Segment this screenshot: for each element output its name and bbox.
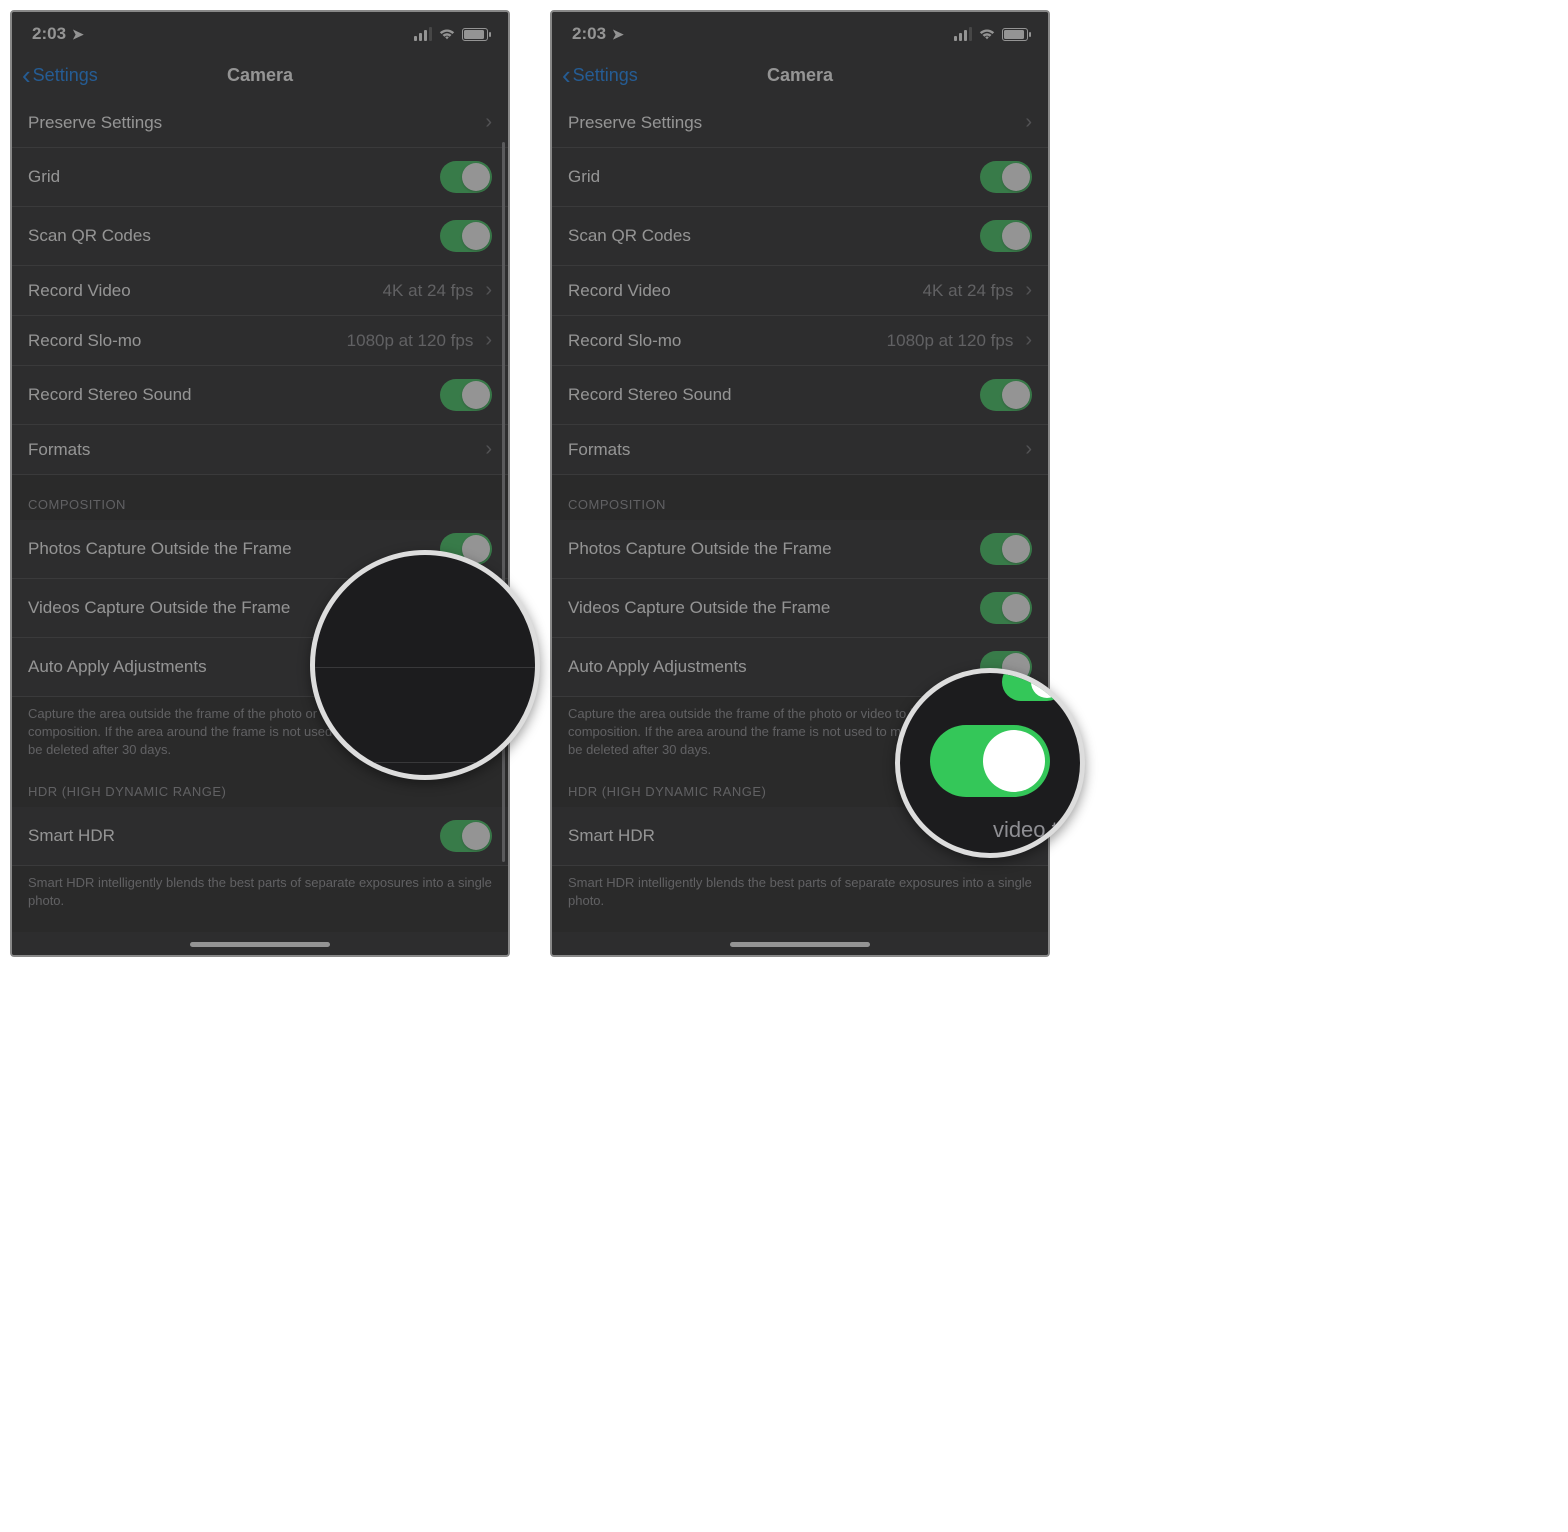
chevron-right-icon: › <box>485 438 492 461</box>
signal-icon <box>414 27 432 41</box>
chevron-right-icon: › <box>1025 329 1032 352</box>
back-label: Settings <box>33 65 98 86</box>
row-record-slomo[interactable]: Record Slo-mo 1080p at 120 fps › <box>552 316 1048 366</box>
settings-list[interactable]: Preserve Settings › Grid Scan QR Codes R… <box>12 98 508 932</box>
row-scan-qr[interactable]: Scan QR Codes <box>12 207 508 266</box>
record-video-value: 4K at 24 fps <box>383 281 480 301</box>
record-slomo-value: 1080p at 120 fps <box>887 331 1020 351</box>
chevron-right-icon: › <box>485 279 492 302</box>
toggle-scan-qr[interactable] <box>440 220 492 252</box>
back-button[interactable]: ‹ Settings <box>552 62 638 88</box>
nav-bar: ‹ Settings Camera <box>12 52 508 98</box>
battery-icon <box>1002 28 1028 41</box>
chevron-left-icon: ‹ <box>22 62 31 88</box>
magnifier-callout-right: video to <box>895 668 1085 858</box>
row-record-video[interactable]: Record Video 4K at 24 fps › <box>552 266 1048 316</box>
row-grid[interactable]: Grid <box>552 148 1048 207</box>
row-formats[interactable]: Formats › <box>12 425 508 475</box>
toggle-videos-outside[interactable] <box>980 592 1032 624</box>
section-footer-hdr: Smart HDR intelligently blends the best … <box>552 866 1048 924</box>
toggle-stereo[interactable] <box>980 379 1032 411</box>
record-video-value: 4K at 24 fps <box>923 281 1020 301</box>
toggle-videos-outside-zoom[interactable] <box>1002 668 1066 701</box>
section-footer-hdr: Smart HDR intelligently blends the best … <box>12 866 508 924</box>
row-stereo-sound[interactable]: Record Stereo Sound <box>12 366 508 425</box>
toggle-scan-qr[interactable] <box>980 220 1032 252</box>
status-time: 2:03 <box>32 24 66 44</box>
wifi-icon <box>978 27 996 41</box>
row-stereo-sound[interactable]: Record Stereo Sound <box>552 366 1048 425</box>
status-time: 2:03 <box>572 24 606 44</box>
battery-icon <box>462 28 488 41</box>
row-smart-hdr[interactable]: Smart HDR <box>12 807 508 866</box>
nav-bar: ‹ Settings Camera <box>552 52 1048 98</box>
row-preserve-settings[interactable]: Preserve Settings › <box>12 98 508 148</box>
toggle-grid[interactable] <box>440 161 492 193</box>
chevron-left-icon: ‹ <box>562 62 571 88</box>
home-indicator[interactable] <box>730 942 870 947</box>
section-header-composition: COMPOSITION <box>552 475 1048 520</box>
toggle-auto-apply-zoom[interactable] <box>930 725 1050 797</box>
row-preserve-settings[interactable]: Preserve Settings › <box>552 98 1048 148</box>
row-videos-outside-frame[interactable]: Videos Capture Outside the Frame <box>552 579 1048 638</box>
wifi-icon <box>438 27 456 41</box>
chevron-right-icon: › <box>1025 111 1032 134</box>
back-label: Settings <box>573 65 638 86</box>
chevron-right-icon: › <box>1025 438 1032 461</box>
row-grid[interactable]: Grid <box>12 148 508 207</box>
toggle-stereo[interactable] <box>440 379 492 411</box>
toggle-smart-hdr[interactable] <box>440 820 492 852</box>
chevron-right-icon: › <box>1025 279 1032 302</box>
record-slomo-value: 1080p at 120 fps <box>347 331 480 351</box>
location-arrow-icon: ➤ <box>612 26 624 43</box>
magnifier-callout-left <box>310 550 540 780</box>
row-formats[interactable]: Formats › <box>552 425 1048 475</box>
chevron-right-icon: › <box>485 111 492 134</box>
row-record-video[interactable]: Record Video 4K at 24 fps › <box>12 266 508 316</box>
status-bar: 2:03 ➤ <box>12 12 508 52</box>
chevron-right-icon: › <box>485 329 492 352</box>
toggle-photos-outside[interactable] <box>980 533 1032 565</box>
signal-icon <box>954 27 972 41</box>
home-indicator[interactable] <box>190 942 330 947</box>
back-button[interactable]: ‹ Settings <box>12 62 98 88</box>
location-arrow-icon: ➤ <box>72 26 84 43</box>
magnifier-text-fragment: video to <box>993 817 1070 843</box>
toggle-grid[interactable] <box>980 161 1032 193</box>
phone-left: 2:03 ➤ ‹ Settings Camera Preserve Settin… <box>10 10 510 957</box>
section-header-composition: COMPOSITION <box>12 475 508 520</box>
row-record-slomo[interactable]: Record Slo-mo 1080p at 120 fps › <box>12 316 508 366</box>
row-photos-outside-frame[interactable]: Photos Capture Outside the Frame <box>552 520 1048 579</box>
status-bar: 2:03 ➤ <box>552 12 1048 52</box>
row-scan-qr[interactable]: Scan QR Codes <box>552 207 1048 266</box>
